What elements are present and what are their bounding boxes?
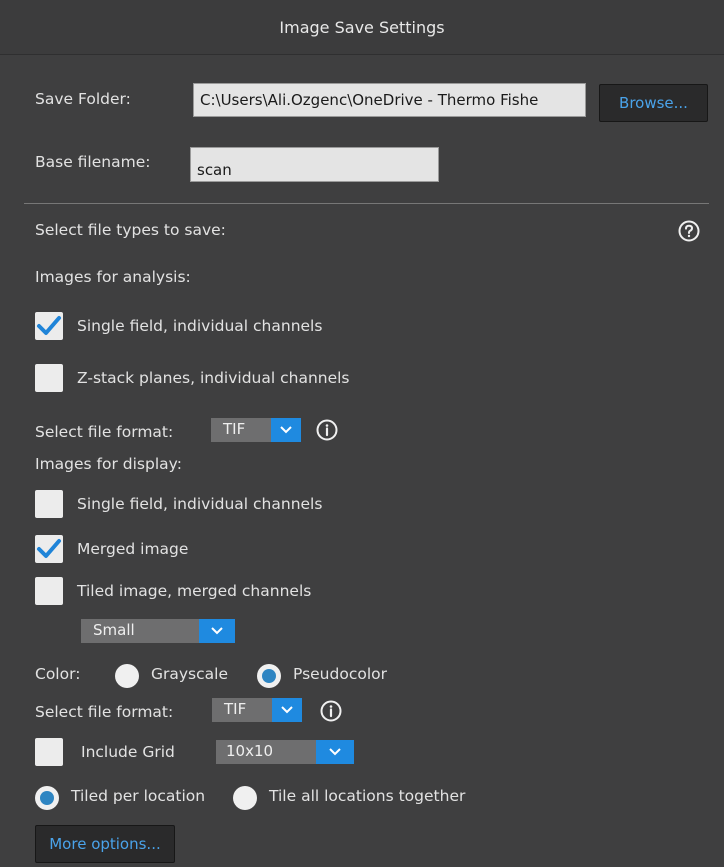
analysis-format-label: Select file format: [35,423,174,441]
display-single-field-label: Single field, individual channels [77,495,323,513]
title-bar: Image Save Settings [0,0,724,55]
display-tiled-label: Tiled image, merged channels [77,582,312,600]
analysis-single-field-label: Single field, individual channels [77,317,323,335]
checkmark-icon [37,316,61,335]
display-merged-label: Merged image [77,540,189,558]
file-types-label: Select file types to save: [35,221,226,239]
section-divider [24,203,709,204]
checkmark-icon [37,539,61,558]
chevron-down-icon [271,418,301,442]
color-label: Color: [35,665,81,683]
analysis-single-field-checkbox[interactable] [35,312,63,340]
pseudocolor-radio[interactable] [257,664,281,688]
grid-size-select[interactable]: 10x10 [216,740,354,764]
grid-size-value: 10x10 [226,742,274,760]
question-circle-icon[interactable] [678,220,700,242]
pseudocolor-label: Pseudocolor [293,665,387,683]
display-heading: Images for display: [35,455,182,473]
chevron-down-icon [199,619,235,643]
base-filename-field[interactable]: scan [190,147,439,182]
tile-size-value: Small [93,621,135,639]
analysis-format-select[interactable]: TIF [211,418,301,442]
more-options-button[interactable]: More options... [35,825,175,863]
grayscale-radio[interactable] [115,664,139,688]
include-grid-checkbox[interactable] [35,738,63,766]
window-title: Image Save Settings [279,18,445,37]
include-grid-label: Include Grid [81,743,175,761]
display-merged-checkbox[interactable] [35,535,63,563]
save-folder-label: Save Folder: [35,90,131,108]
chevron-down-icon [316,740,354,764]
tiled-per-location-radio[interactable] [35,786,59,810]
base-filename-label: Base filename: [35,153,151,171]
analysis-heading: Images for analysis: [35,268,191,286]
analysis-zstack-checkbox[interactable] [35,364,63,392]
analysis-format-value: TIF [223,420,246,438]
display-single-field-checkbox[interactable] [35,490,63,518]
tiled-per-location-label: Tiled per location [71,787,206,805]
display-tiled-checkbox[interactable] [35,577,63,605]
grayscale-label: Grayscale [151,665,228,683]
tile-all-locations-label: Tile all locations together [269,787,466,805]
display-format-select[interactable]: TIF [212,698,302,722]
save-folder-field[interactable]: C:\Users\Ali.Ozgenc\OneDrive - Thermo Fi… [193,83,586,117]
display-format-label: Select file format: [35,703,174,721]
display-format-value: TIF [224,700,247,718]
tile-size-select[interactable]: Small [81,619,235,643]
tile-all-locations-radio[interactable] [233,786,257,810]
chevron-down-icon [272,698,302,722]
browse-button[interactable]: Browse... [599,84,708,122]
analysis-zstack-label: Z-stack planes, individual channels [77,369,350,387]
info-circle-icon[interactable] [320,700,342,722]
info-circle-icon[interactable] [316,419,338,441]
